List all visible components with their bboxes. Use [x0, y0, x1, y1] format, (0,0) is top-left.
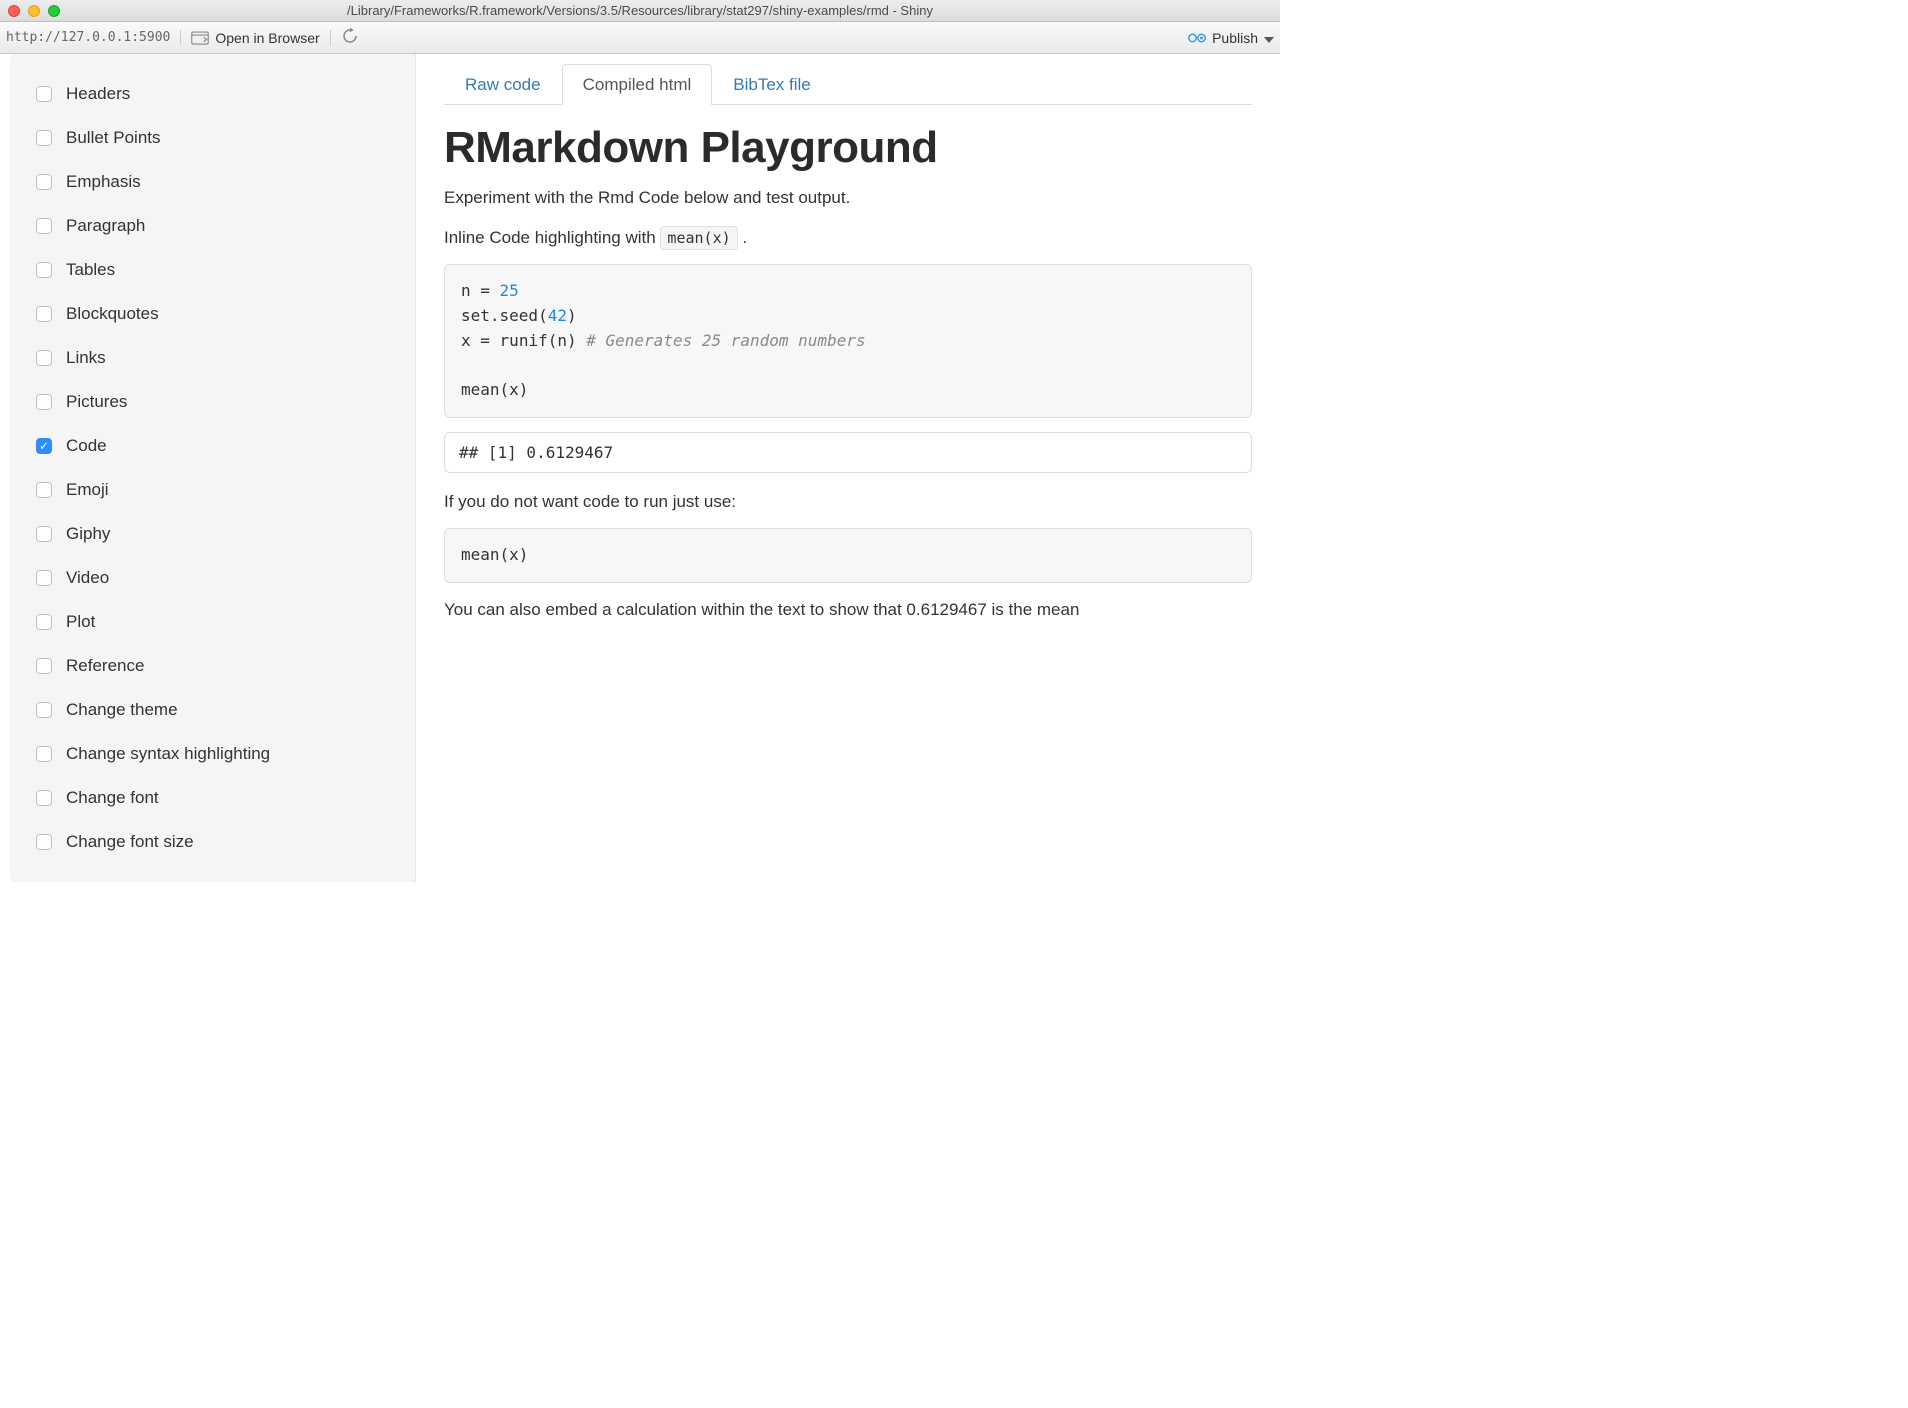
intro-text: Experiment with the Rmd Code below and t… — [444, 185, 1252, 211]
sidebar-item-label: Emoji — [66, 480, 109, 500]
code-block-2: mean(x) — [444, 528, 1252, 583]
sidebar-item-video[interactable]: Video — [20, 556, 405, 600]
sidebar-item-label: Change font — [66, 788, 159, 808]
checkbox-icon[interactable] — [36, 306, 52, 322]
checkbox-icon[interactable] — [36, 702, 52, 718]
tab-bibtex[interactable]: BibTex file — [712, 64, 831, 105]
publish-label: Publish — [1212, 30, 1258, 46]
url-text: http://127.0.0.1:5900 — [6, 30, 181, 45]
checkbox-icon[interactable] — [36, 658, 52, 674]
sidebar-item-change-theme[interactable]: Change theme — [20, 688, 405, 732]
sidebar-item-label: Reference — [66, 656, 144, 676]
sidebar-item-label: Blockquotes — [66, 304, 159, 324]
page-title: RMarkdown Playground — [444, 123, 1252, 173]
inline-code: mean(x) — [660, 226, 737, 250]
sidebar-item-change-syntax-highlighting[interactable]: Change syntax highlighting — [20, 732, 405, 776]
sidebar-item-label: Change syntax highlighting — [66, 744, 270, 764]
sidebar-item-emphasis[interactable]: Emphasis — [20, 160, 405, 204]
sidebar-item-label: Headers — [66, 84, 130, 104]
publish-icon — [1188, 31, 1206, 45]
open-in-browser-label: Open in Browser — [215, 30, 319, 46]
checkbox-icon[interactable] — [36, 174, 52, 190]
refresh-button[interactable] — [341, 27, 359, 48]
sidebar-item-label: Change font size — [66, 832, 194, 852]
sidebar-item-tables[interactable]: Tables — [20, 248, 405, 292]
code-n-val: 25 — [500, 281, 519, 300]
window-titlebar[interactable]: /Library/Frameworks/R.framework/Versions… — [0, 0, 1280, 22]
sidebar-item-headers[interactable]: Headers — [20, 72, 405, 116]
checkbox-icon[interactable] — [36, 394, 52, 410]
toolbar: http://127.0.0.1:5900 Open in Browser Pu… — [0, 22, 1280, 54]
sidebar-item-label: Video — [66, 568, 109, 588]
code-seed-val: 42 — [548, 306, 567, 325]
checkbox-icon[interactable] — [36, 350, 52, 366]
checkbox-icon[interactable] — [36, 218, 52, 234]
embed-calc-text: You can also embed a calculation within … — [444, 597, 1252, 623]
sidebar-item-links[interactable]: Links — [20, 336, 405, 380]
sidebar-item-code[interactable]: Code — [20, 424, 405, 468]
sidebar: Headers Bullet Points Emphasis Paragraph Tab… — [10, 54, 416, 882]
sidebar-item-emoji[interactable]: Emoji — [20, 468, 405, 512]
checkbox-icon[interactable] — [36, 262, 52, 278]
sidebar-item-label: Plot — [66, 612, 95, 632]
checkbox-icon[interactable] — [36, 130, 52, 146]
checkbox-icon[interactable] — [36, 570, 52, 586]
sidebar-item-label: Pictures — [66, 392, 127, 412]
sidebar-item-label: Change theme — [66, 700, 178, 720]
output-block: ## [1] 0.6129467 — [444, 432, 1252, 473]
no-run-text: If you do not want code to run just use: — [444, 489, 1252, 515]
checkbox-icon[interactable] — [36, 438, 52, 454]
tabs: Raw code Compiled html BibTex file — [444, 64, 1252, 105]
sidebar-item-giphy[interactable]: Giphy — [20, 512, 405, 556]
sidebar-item-label: Emphasis — [66, 172, 141, 192]
sidebar-item-label: Tables — [66, 260, 115, 280]
sidebar-item-change-font-size[interactable]: Change font size — [20, 820, 405, 864]
checkbox-icon[interactable] — [36, 834, 52, 850]
sidebar-item-plot[interactable]: Plot — [20, 600, 405, 644]
sidebar-item-paragraph[interactable]: Paragraph — [20, 204, 405, 248]
inline-prefix: Inline Code highlighting with — [444, 228, 660, 247]
sidebar-item-label: Bullet Points — [66, 128, 161, 148]
sidebar-item-label: Paragraph — [66, 216, 145, 236]
sidebar-item-label: Links — [66, 348, 106, 368]
sidebar-item-change-font[interactable]: Change font — [20, 776, 405, 820]
inline-code-text: Inline Code highlighting with mean(x) . — [444, 225, 1252, 251]
checkbox-icon[interactable] — [36, 482, 52, 498]
window-title: /Library/Frameworks/R.framework/Versions… — [0, 3, 1280, 18]
chevron-down-icon — [1264, 30, 1274, 46]
checkbox-icon[interactable] — [36, 614, 52, 630]
sidebar-item-blockquotes[interactable]: Blockquotes — [20, 292, 405, 336]
main-content: Raw code Compiled html BibTex file RMark… — [416, 54, 1280, 882]
publish-button[interactable]: Publish — [1188, 30, 1274, 46]
code-block-1: n = 25 set.seed(42) x = runif(n) # Gener… — [444, 264, 1252, 418]
code-comment: # Generates 25 random numbers — [586, 331, 865, 350]
sidebar-item-reference[interactable]: Reference — [20, 644, 405, 688]
checkbox-icon[interactable] — [36, 86, 52, 102]
sidebar-item-label: Giphy — [66, 524, 110, 544]
tab-compiled-html[interactable]: Compiled html — [562, 64, 713, 105]
refresh-icon — [341, 27, 359, 45]
open-in-browser-button[interactable]: Open in Browser — [191, 30, 330, 46]
sidebar-item-pictures[interactable]: Pictures — [20, 380, 405, 424]
sidebar-item-label: Code — [66, 436, 107, 456]
checkbox-icon[interactable] — [36, 526, 52, 542]
inline-suffix: . — [738, 228, 747, 247]
checkbox-icon[interactable] — [36, 790, 52, 806]
sidebar-item-bullet-points[interactable]: Bullet Points — [20, 116, 405, 160]
browser-icon — [191, 31, 209, 45]
checkbox-icon[interactable] — [36, 746, 52, 762]
tab-raw-code[interactable]: Raw code — [444, 64, 562, 105]
